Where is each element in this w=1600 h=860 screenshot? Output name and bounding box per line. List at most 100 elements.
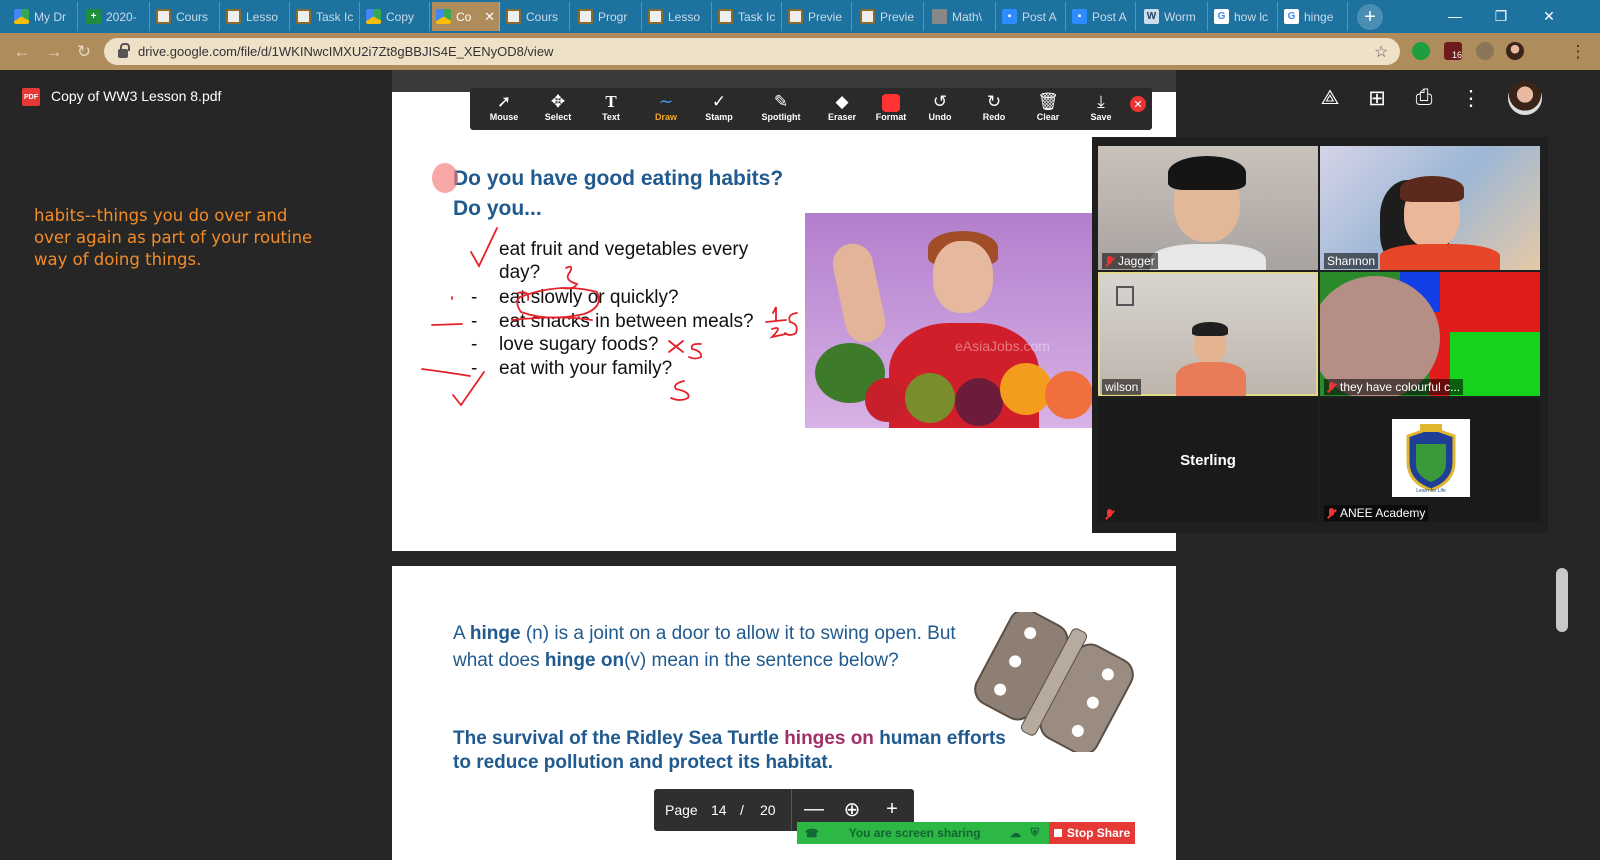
tool-label: Mouse	[489, 112, 519, 122]
participant-tile-shannon[interactable]: Shannon	[1320, 146, 1540, 270]
tab-how-lc[interactable]: Ghow lc	[1210, 2, 1278, 31]
tool-eraser[interactable]: ◆ Eraser	[816, 92, 868, 128]
participant-tile-anee[interactable]: Learn for Life ANEE Academy	[1320, 398, 1540, 522]
document-icon	[226, 9, 241, 24]
tab-post-a-2[interactable]: ▪ Post A	[1068, 2, 1136, 31]
tool-redo[interactable]: ↻ Redo	[968, 92, 1020, 128]
tool-label: Clear	[1036, 112, 1060, 122]
extension-badge-icon[interactable]: 16	[1444, 42, 1462, 60]
tab-label: 2020-	[106, 9, 137, 24]
toolbar-divider	[791, 789, 792, 831]
tab-active-copy[interactable]: Co ✕	[432, 2, 500, 31]
tab-label: My Dr	[34, 9, 66, 24]
tool-clear[interactable]: 🗑 Clear	[1022, 92, 1074, 128]
zoom-in-button[interactable]: ⊕	[840, 797, 864, 821]
total-pages: 20	[760, 802, 776, 818]
tab-preview[interactable]: Previe	[784, 2, 852, 31]
list-bullet: -	[471, 311, 478, 332]
participant-tile-colourful[interactable]: they have colourful c...	[1320, 272, 1540, 396]
close-annotation-icon[interactable]: ✕	[1130, 96, 1146, 112]
tool-label: Spotlight	[761, 112, 801, 122]
tab-task-2[interactable]: Task Ic	[714, 2, 782, 31]
more-options-icon[interactable]: ⋮	[1458, 85, 1484, 111]
restore-button[interactable]: ❐	[1478, 4, 1524, 28]
tab-course-2[interactable]: Cours	[502, 2, 570, 31]
list-item-text: eat fruit and vegetables every	[499, 239, 749, 260]
profile-icon[interactable]	[1506, 42, 1524, 60]
browser-menu-icon[interactable]: ⋮	[1566, 40, 1590, 64]
list-item: - eat snacks in between meals?	[471, 311, 754, 333]
tool-label: Format	[875, 112, 907, 122]
extension-badge-count: 16	[1451, 50, 1462, 60]
image-apple	[865, 378, 909, 422]
participant-shirt	[1380, 244, 1500, 270]
tab-preview-2[interactable]: Previe	[856, 2, 924, 31]
participant-tile-jagger[interactable]: Jagger	[1098, 146, 1318, 270]
stop-share-button[interactable]: Stop Share	[1049, 822, 1135, 844]
tab-copy[interactable]: Copy	[362, 2, 430, 31]
tab-hinge[interactable]: Ghinge	[1280, 2, 1348, 31]
reload-button[interactable]: ↻	[72, 40, 96, 64]
add-to-drive-icon[interactable]: ⟁	[1317, 85, 1343, 111]
tab-lesson[interactable]: Lesso	[222, 2, 290, 31]
red-swatch-icon	[865, 92, 917, 112]
forward-button[interactable]: →	[42, 40, 66, 64]
text-run: The survival of the Ridley Sea Turtle	[453, 728, 785, 749]
share-status-text: You are screen sharing	[848, 826, 981, 840]
current-page-input[interactable]: 14	[711, 802, 727, 818]
participant-name-text: Shannon	[1327, 254, 1376, 268]
tab-course[interactable]: Cours	[152, 2, 220, 31]
page-scrollbar[interactable]	[1556, 568, 1568, 632]
tab-math[interactable]: Math\	[928, 2, 996, 31]
participant-name: Jagger	[1102, 253, 1158, 269]
browser-toolbar: ← → ↻ drive.google.com/file/d/1WKINwcIMX…	[0, 33, 1600, 70]
tab-post-a[interactable]: ▪ Post A	[998, 2, 1066, 31]
checkmark-icon: ✓	[711, 92, 727, 111]
tab-sheet[interactable]: +2020-	[82, 2, 150, 31]
tool-label: Undo	[928, 112, 952, 122]
list-item-text: day?	[499, 262, 541, 283]
avatar[interactable]	[1508, 81, 1542, 115]
tool-label: Select	[544, 112, 572, 122]
close-window-button[interactable]: ✕	[1526, 4, 1572, 28]
back-button[interactable]: ←	[10, 40, 34, 64]
tool-text[interactable]: T Text	[585, 92, 637, 128]
minimize-button[interactable]: —	[1432, 4, 1478, 28]
tool-undo[interactable]: ↺ Undo	[914, 92, 966, 128]
extension-puzzle-icon[interactable]	[1476, 42, 1494, 60]
tab-task[interactable]: Task Ic	[292, 2, 360, 31]
tool-format[interactable]: Format	[865, 92, 917, 128]
new-tab-button[interactable]: +	[1357, 4, 1383, 30]
fit-page-button[interactable]: +	[880, 797, 904, 821]
muted-mic-icon	[1327, 381, 1336, 393]
tool-select[interactable]: ✥ Select	[532, 92, 584, 128]
tab-my-drive[interactable]: My Dr	[10, 2, 78, 31]
tab-label: Lesso	[246, 9, 279, 24]
tool-stamp[interactable]: ✓ Stamp	[693, 92, 745, 128]
google-sheets-icon: +	[86, 9, 101, 24]
tool-spotlight[interactable]: ✎ Spotlight	[754, 92, 808, 128]
save-icon: ⤓	[1097, 92, 1105, 111]
address-bar[interactable]: drive.google.com/file/d/1WKINwcIMXU2i7Zt…	[104, 38, 1400, 65]
participant-shirt	[1150, 244, 1266, 270]
participant-tile-sterling[interactable]: Sterling	[1098, 398, 1318, 522]
zoom-icon: ▪	[1072, 9, 1087, 24]
bookmark-star-icon[interactable]: ☆	[1374, 42, 1400, 62]
document-icon	[296, 9, 311, 24]
extension-chat-icon[interactable]	[1412, 42, 1430, 60]
zoom-out-button[interactable]: —	[802, 797, 826, 821]
tool-save[interactable]: ⤓ Save	[1075, 92, 1127, 128]
add-comment-icon[interactable]: ⊞	[1364, 85, 1390, 111]
phone-icon: ☎	[805, 827, 819, 840]
tab-progress[interactable]: Progr	[574, 2, 642, 31]
tab-lesson-2[interactable]: Lesso	[644, 2, 712, 31]
print-icon[interactable]: ⎙	[1411, 85, 1437, 111]
tool-draw[interactable]: ∼ Draw	[640, 92, 692, 128]
image-grapefruit	[1045, 371, 1093, 419]
list-bullet: -	[471, 287, 478, 308]
tab-close-icon[interactable]: ✕	[484, 9, 495, 25]
tab-worm[interactable]: W Worm	[1140, 2, 1208, 31]
browser-tab-strip: My Dr +2020- Cours Lesso Task Ic Copy Co…	[0, 0, 1600, 33]
participant-tile-wilson[interactable]: wilson	[1098, 272, 1318, 396]
tool-mouse[interactable]: ➚ Mouse	[478, 92, 530, 128]
